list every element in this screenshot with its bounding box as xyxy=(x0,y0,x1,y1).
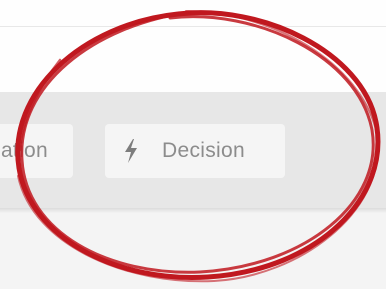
toolbar-item-partial-label: ation xyxy=(0,139,48,162)
top-divider xyxy=(0,26,386,27)
top-bar xyxy=(0,0,386,92)
toolbar-item-decision-label: Decision xyxy=(162,139,245,162)
toolbar-item-partial[interactable]: ation xyxy=(0,124,73,178)
content-area xyxy=(0,213,386,289)
toolbar-item-decision[interactable]: Decision xyxy=(105,124,285,178)
lightning-bolt-icon xyxy=(122,138,140,164)
